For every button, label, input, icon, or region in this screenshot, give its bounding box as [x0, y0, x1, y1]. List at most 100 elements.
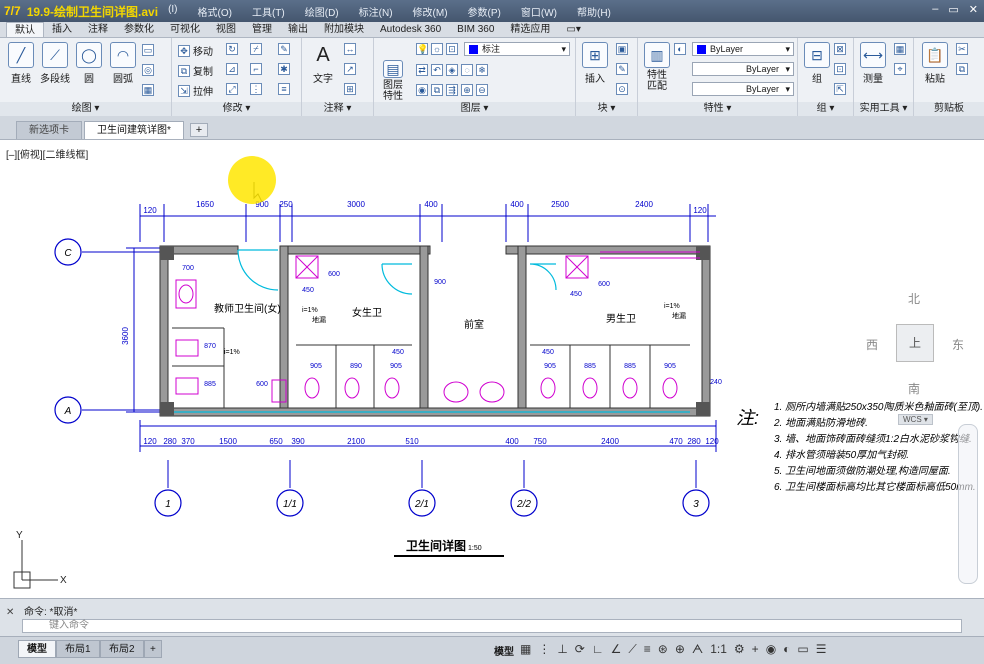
create-block-tool[interactable]: ▣ [616, 43, 628, 55]
close-icon[interactable]: ✕ [969, 3, 978, 16]
lineweight-icon[interactable]: ≡ [644, 642, 651, 657]
layer-tools-row1[interactable]: ⇄ ↶ ◈ ◌ ❄ [416, 64, 488, 76]
annotation-scale[interactable]: 1:1 [710, 642, 727, 657]
explode-tool[interactable]: ✱ [278, 63, 290, 75]
panel-properties-title[interactable]: 特性 ▾ [638, 102, 797, 116]
polar-icon[interactable]: ⟳ [575, 642, 585, 657]
line-button[interactable]: ╱ 直线 [4, 42, 38, 85]
hatch-tool[interactable]: ▦ [142, 84, 154, 96]
layer-properties-button[interactable]: ▤ 图层 特性 [376, 60, 410, 102]
command-close-icon[interactable]: ✕ [6, 607, 14, 618]
tab-bim360[interactable]: BIM 360 [449, 22, 502, 37]
menu-window[interactable]: 窗口(W) [521, 4, 557, 19]
tab-default[interactable]: 默认 [6, 22, 44, 37]
stretch-button[interactable]: ⇲ 拉伸 [178, 83, 213, 98]
viewcube-east[interactable]: 东 [952, 336, 964, 353]
annotation-icon[interactable]: ᗅ [692, 642, 703, 657]
layer-tools-row2[interactable]: ◉ ⧉ ⇶ ⊕ ⊖ [416, 84, 488, 96]
viewcube-face[interactable]: 上 [896, 324, 934, 362]
tab-featured-apps[interactable]: 精选应用 [502, 22, 558, 37]
rotate-tool[interactable]: ↻ [226, 43, 238, 55]
trim-tool[interactable]: ⌿ [250, 43, 262, 55]
selection-cycle-icon[interactable]: ⊕ [675, 642, 685, 657]
drawing-canvas[interactable]: [–][俯视][二维线框] 120 1650 900 250 3000 400 … [0, 140, 984, 598]
lineweight-dropdown[interactable]: ByLayer [692, 62, 794, 76]
tab-annotate[interactable]: 注释 [80, 22, 116, 37]
menu-modify[interactable]: 修改(M) [413, 4, 448, 19]
grid-icon[interactable]: ▦ [520, 642, 531, 657]
otrack-icon[interactable]: ∠ [611, 642, 622, 657]
ungroup-tool[interactable]: ⊠ [834, 43, 846, 55]
restore-icon[interactable]: ▭ [948, 3, 958, 16]
id-point-tool[interactable]: ⌖ [894, 63, 906, 75]
layout-tab-1[interactable]: 布局1 [56, 640, 100, 658]
text-button[interactable]: A 文字 [306, 42, 340, 86]
snap-icon[interactable]: ⋮ [538, 642, 550, 657]
add-tab-button[interactable]: + [189, 123, 208, 137]
tab-output[interactable]: 输出 [280, 22, 316, 37]
rectangle-tool[interactable]: ▭ [142, 44, 154, 56]
menu-dimension[interactable]: 标注(N) [359, 4, 393, 19]
panel-draw-title[interactable]: 绘图 ▾ [0, 102, 171, 116]
tab-manage[interactable]: 管理 [244, 22, 280, 37]
quickcalc-tool[interactable]: ▦ [894, 43, 906, 55]
move-button[interactable]: ✥ 移动 [178, 43, 213, 58]
dyn-icon[interactable]: ⟋ [628, 642, 636, 657]
panel-modify-title[interactable]: 修改 ▾ [172, 102, 301, 116]
viewcube-west[interactable]: 西 [866, 336, 878, 353]
tab-parametric[interactable]: 参数化 [116, 22, 162, 37]
viewcube-north[interactable]: 北 [908, 290, 920, 307]
group-button[interactable]: ⊟ 组 [800, 42, 834, 85]
viewcube-south[interactable]: 南 [908, 380, 920, 397]
group-select-tool[interactable]: ⇱ [834, 83, 846, 95]
menu-draw[interactable]: 绘图(D) [305, 4, 339, 19]
customize-icon[interactable]: ☰ [816, 642, 827, 657]
command-input[interactable]: 键入命令 [22, 619, 962, 633]
menu-insert[interactable]: (I) [168, 4, 177, 19]
tab-insert[interactable]: 插入 [44, 22, 80, 37]
osnap-icon[interactable]: ∟ [592, 642, 604, 657]
tab-autodesk360[interactable]: Autodesk 360 [372, 22, 449, 37]
viewcube[interactable]: 北 西 东 南 上 WCS ▾ [862, 290, 972, 430]
workspace-gear-icon[interactable]: ⚙ [734, 642, 745, 657]
clean-screen-icon[interactable]: ▭ [797, 642, 808, 657]
add-layout-button[interactable]: + [144, 640, 162, 658]
group-edit-tool[interactable]: ⊡ [834, 63, 846, 75]
scale-tool[interactable]: ⤢ [226, 83, 238, 95]
circle-button[interactable]: ◯ 圆 [72, 42, 106, 85]
layer-dropdown[interactable]: 标注 [464, 42, 570, 56]
menu-format[interactable]: 格式(O) [198, 4, 232, 19]
leader-tool[interactable]: ↗ [344, 63, 356, 75]
cut-tool[interactable]: ✂ [956, 43, 968, 55]
ortho-icon[interactable]: ⊥ [557, 642, 567, 657]
layout-tab-model[interactable]: 模型 [18, 640, 56, 658]
panel-annotation-title[interactable]: 注释 ▾ [302, 102, 373, 116]
panel-block-title[interactable]: 块 ▾ [576, 102, 637, 116]
menu-parametric[interactable]: 参数(P) [468, 4, 501, 19]
mirror-tool[interactable]: ⊿ [226, 63, 238, 75]
model-space-toggle[interactable]: 模型 [494, 643, 514, 658]
hardware-accel-icon[interactable]: ◐ [783, 642, 790, 657]
panel-layers-title[interactable]: 图层 ▾ [374, 102, 575, 116]
tab-view[interactable]: 视图 [208, 22, 244, 37]
tab-addins[interactable]: 附加模块 [316, 22, 372, 37]
copy-clip-tool[interactable]: ⧉ [956, 63, 968, 75]
color-wheel-tool[interactable]: ◐ [674, 43, 686, 55]
transparency-icon[interactable]: ⊛ [658, 642, 668, 657]
panel-utilities-title[interactable]: 实用工具 ▾ [854, 102, 913, 116]
menu-help[interactable]: 帮助(H) [577, 4, 611, 19]
fillet-tool[interactable]: ⌐ [250, 63, 262, 75]
minimize-icon[interactable]: – [932, 3, 938, 16]
dimension-tool[interactable]: ↔ [344, 43, 356, 55]
ellipse-tool[interactable]: ◎ [142, 64, 154, 76]
polyline-button[interactable]: ⟋ 多段线 [38, 42, 72, 85]
doc-tab-start[interactable]: 新选项卡 [16, 121, 82, 139]
table-tool[interactable]: ⊞ [344, 83, 356, 95]
isolate-icon[interactable]: ◉ [766, 642, 776, 657]
edit-block-tool[interactable]: ✎ [616, 63, 628, 75]
array-tool[interactable]: ⋮ [250, 83, 262, 95]
layer-state-icons[interactable]: 💡 ☼ ⊡ [416, 43, 458, 55]
tab-visualize[interactable]: 可视化 [162, 22, 208, 37]
panel-groups-title[interactable]: 组 ▾ [798, 102, 853, 116]
doc-tab-active[interactable]: 卫生间建筑详图* [84, 121, 184, 139]
